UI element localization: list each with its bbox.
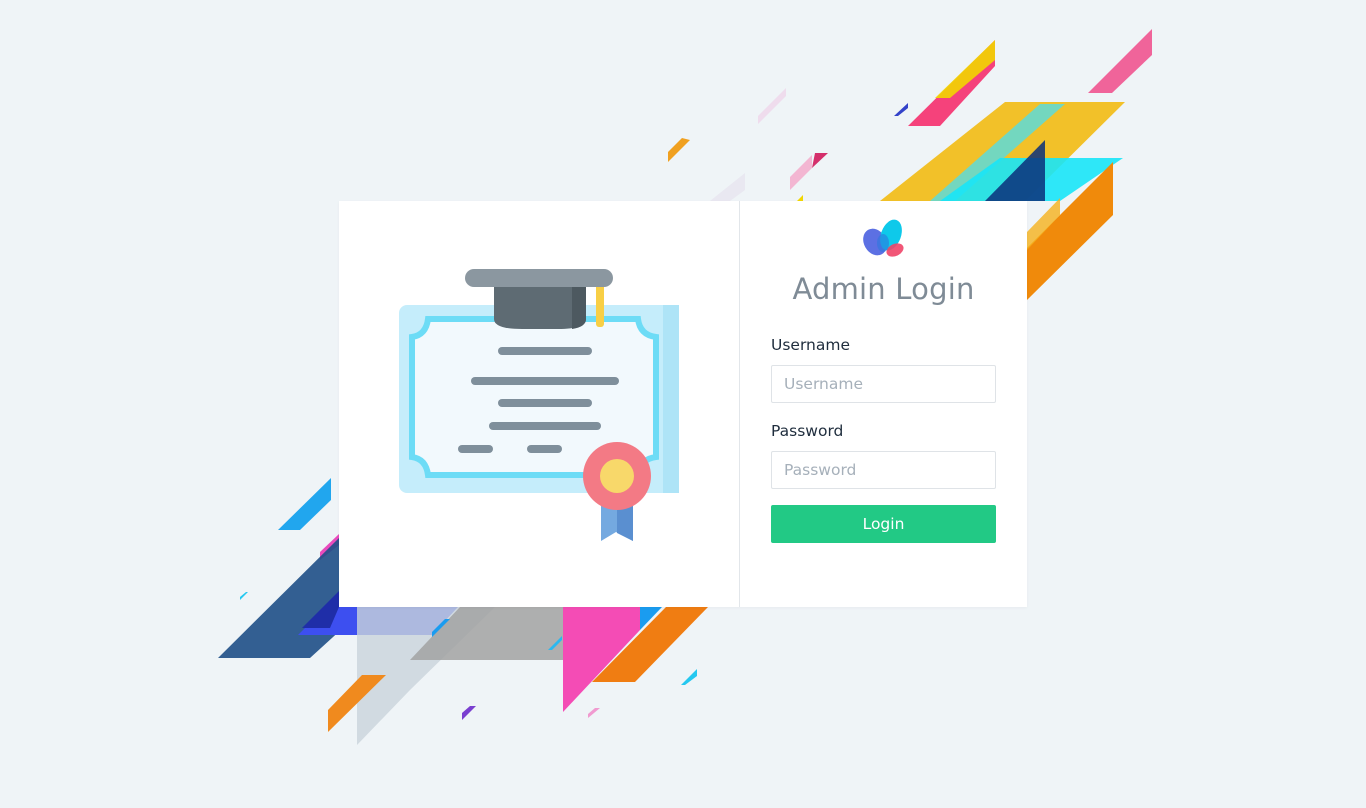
login-form-panel: Admin Login Username Password Login xyxy=(740,201,1027,607)
username-input[interactable] xyxy=(771,365,996,403)
bg-streak xyxy=(588,708,600,718)
graduation-certificate-icon xyxy=(399,269,679,541)
login-button[interactable]: Login xyxy=(771,505,996,543)
password-input[interactable] xyxy=(771,451,996,489)
bg-streak xyxy=(1088,29,1152,93)
bg-streak xyxy=(894,103,908,116)
bg-streak xyxy=(278,478,331,530)
bg-streak xyxy=(758,88,786,124)
password-label: Password xyxy=(771,422,844,440)
bg-streak xyxy=(240,592,248,600)
bg-streak xyxy=(681,669,697,685)
page-title: Admin Login xyxy=(792,272,975,306)
butterfly-logo-icon xyxy=(863,219,904,257)
bg-streak xyxy=(668,138,690,162)
username-label: Username xyxy=(771,336,851,354)
bg-streak xyxy=(462,706,476,720)
illustration-panel xyxy=(339,201,740,607)
bg-streak xyxy=(710,173,745,201)
login-card: Admin Login Username Password Login xyxy=(339,201,1027,607)
bg-streak xyxy=(790,155,812,190)
bg-streak xyxy=(812,153,828,168)
